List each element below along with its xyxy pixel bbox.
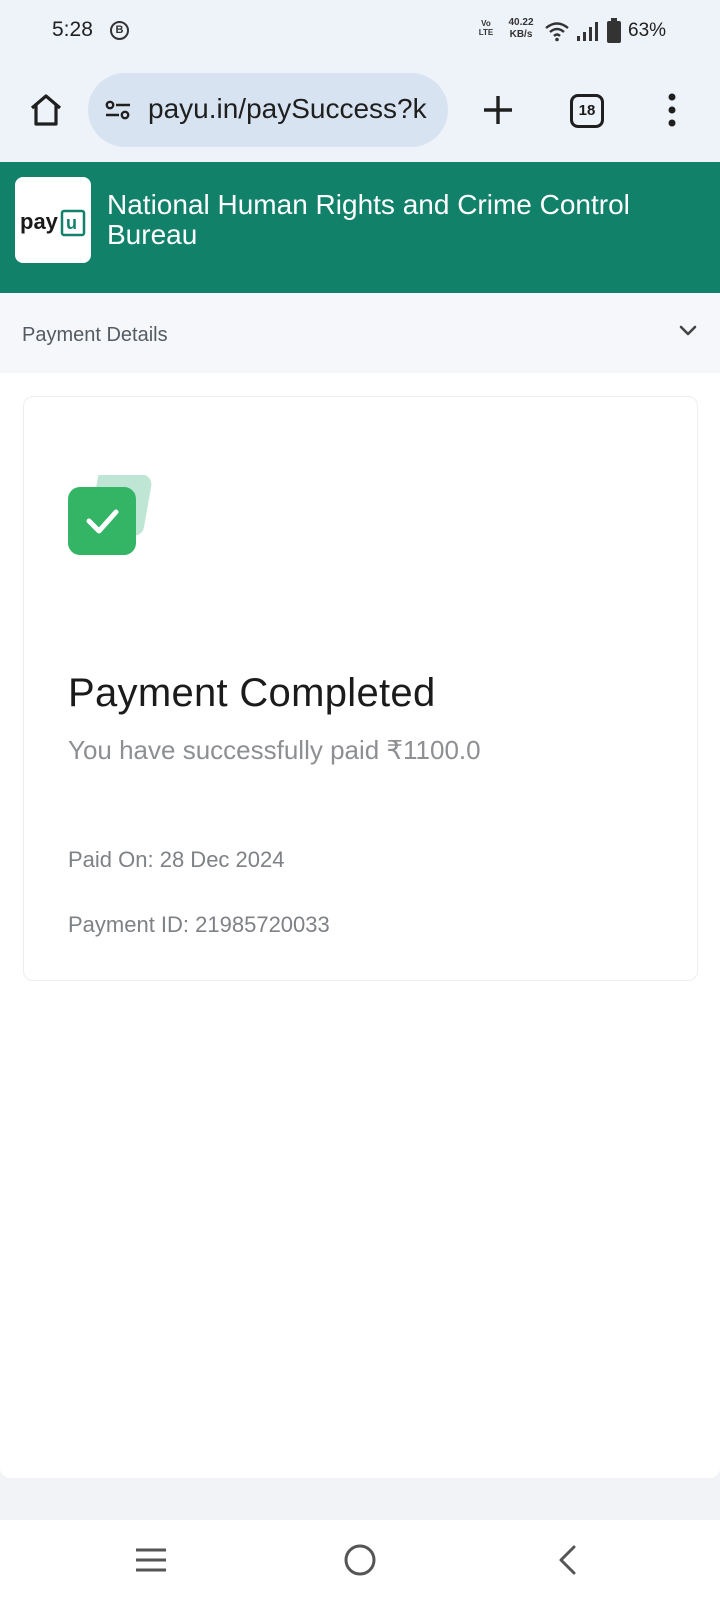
home-circle-icon[interactable] <box>343 1543 377 1577</box>
payment-id: Payment ID: 21985720033 <box>68 912 330 937</box>
payment-details-toggle[interactable]: Payment Details <box>0 293 720 373</box>
payment-details-label: Payment Details <box>22 324 168 346</box>
url-text[interactable]: payu.in/paySuccess?k <box>148 93 427 125</box>
check-icon <box>68 475 152 555</box>
back-icon[interactable] <box>556 1544 578 1576</box>
merchant-header: pay u National Human Rights and Crime Co… <box>0 162 720 293</box>
site-settings-icon[interactable] <box>104 99 132 121</box>
volte-label-top: Vo <box>481 19 491 28</box>
merchant-name: National Human Rights and Crime Control … <box>107 189 630 250</box>
volte-icon: Vo LTE <box>475 19 497 37</box>
main-content: Payment Completed You have successfully … <box>0 373 720 1478</box>
more-vert-icon[interactable] <box>664 92 680 128</box>
volte-label-bottom: LTE <box>478 28 494 37</box>
system-nav-bar <box>0 1520 720 1600</box>
address-bar[interactable]: payu.in/paySuccess?k <box>88 73 448 147</box>
status-bar: 5:28 B Vo LTE 40.22 KB/s 63% <box>0 0 720 62</box>
payu-logo: pay u <box>15 177 91 263</box>
tabs-icon[interactable]: 18 <box>570 94 604 128</box>
success-subtitle: You have successfully paid ₹1100.0 <box>68 735 481 765</box>
network-speed-value: 40.22 <box>508 17 534 28</box>
success-title: Payment Completed <box>68 671 436 715</box>
browser-toolbar: payu.in/paySuccess?k 18 <box>0 62 720 162</box>
menu-icon[interactable] <box>134 1546 168 1574</box>
plus-icon[interactable] <box>478 90 518 130</box>
wifi-icon <box>545 22 569 42</box>
home-icon[interactable] <box>26 90 66 130</box>
paid-on-date: Paid On: 28 Dec 2024 <box>68 847 285 872</box>
battery-percent: 63% <box>628 20 667 41</box>
tab-count: 18 <box>578 102 596 119</box>
svg-text:u: u <box>66 213 77 233</box>
success-card: Payment Completed You have successfully … <box>23 396 698 981</box>
chevron-down-icon[interactable] <box>678 324 698 338</box>
signal-icon <box>577 22 598 41</box>
b-badge-icon: B <box>110 21 129 40</box>
status-time: 5:28 <box>52 18 93 41</box>
network-speed-unit: KB/s <box>509 29 533 40</box>
payu-logo-mark: pay u <box>20 209 86 237</box>
svg-text:pay: pay <box>20 209 59 234</box>
network-speed: 40.22 KB/s <box>502 17 540 41</box>
battery-icon <box>607 18 621 43</box>
